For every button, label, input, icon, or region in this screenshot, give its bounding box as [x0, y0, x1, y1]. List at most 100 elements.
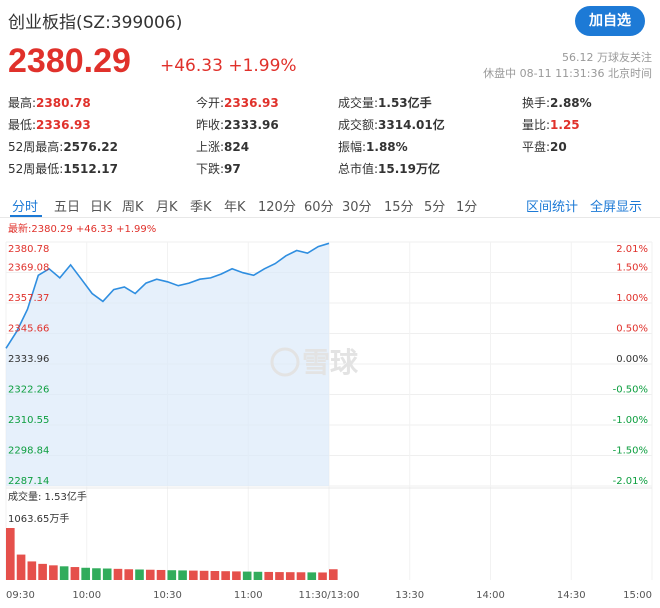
price-axis-label: 2298.84	[8, 446, 49, 457]
volume-bar	[232, 571, 241, 580]
quote-row: 最高:2380.78 今开:2336.93 成交量:1.53亿手 换手:2.88…	[8, 92, 658, 114]
quote-high: 最高:2380.78	[8, 96, 91, 110]
tab-quarterly-k[interactable]: 季K	[190, 196, 212, 215]
price-axis-label: 2322.26	[8, 385, 49, 396]
time-axis-label: 10:00	[72, 590, 101, 601]
pct-axis-label: 1.50%	[616, 263, 648, 274]
quote-amount: 成交额:3314.01亿	[338, 118, 445, 132]
volume-bar	[49, 565, 58, 580]
volume-bar	[199, 570, 209, 580]
quote-advancers: 上涨:824	[196, 140, 250, 154]
tab-intraday[interactable]: 分时	[12, 196, 38, 215]
quote-row: 52周最低:1512.17 下跌:97 总市值:15.19万亿	[8, 158, 658, 180]
volume-bar	[275, 572, 284, 580]
active-tab-underline	[10, 215, 42, 217]
volume-bar	[113, 568, 123, 580]
pct-axis-label: 0.00%	[616, 354, 648, 365]
volume-bar	[145, 569, 155, 580]
intraday-chart-svg: 2380.78 2.01% 2369.08 1.50% 2357.37 1.00% 2345…	[5, 241, 653, 601]
tab-30min[interactable]: 30分	[342, 196, 372, 215]
current-price: 2380.29	[8, 42, 131, 80]
time-axis-label: 13:30	[395, 590, 424, 601]
volume-max-label: 1063.65万手	[8, 512, 69, 525]
tab-yearly-k[interactable]: 年K	[224, 196, 246, 215]
tab-daily-k[interactable]: 日K	[90, 196, 112, 215]
tab-1min[interactable]: 1分	[456, 196, 477, 215]
change-percent: +1.99%	[228, 56, 297, 76]
tab-15min[interactable]: 15分	[384, 196, 414, 215]
change-value: +46.33	[160, 56, 223, 76]
price-axis-label: 2345.66	[8, 324, 49, 335]
volume-bar	[167, 570, 177, 580]
quote-volume: 成交量:1.53亿手	[338, 96, 432, 110]
volume-bar	[70, 567, 80, 580]
volume-bar	[156, 569, 166, 580]
quote-turnover: 换手:2.88%	[522, 96, 592, 110]
volume-bar	[307, 572, 317, 580]
pct-axis-label: -1.50%	[613, 446, 648, 457]
price-change: +46.33 +1.99%	[160, 56, 297, 76]
volume-bar	[210, 571, 220, 580]
meta-info: 56.12 万球友关注 休盘中 08-11 11:31:36 北京时间	[483, 50, 652, 82]
time-axis-label: 15:00	[623, 590, 652, 601]
volume-bar	[285, 572, 295, 580]
price-axis-label: 2333.96	[8, 354, 49, 365]
tab-120min[interactable]: 120分	[258, 196, 296, 215]
market-status: 休盘中 08-11 11:31:36 北京时间	[483, 67, 652, 80]
time-axis-label: 11:00	[234, 590, 263, 601]
pct-axis-label: -0.50%	[613, 385, 648, 396]
quote-52w-high: 52周最高:2576.22	[8, 140, 118, 154]
price-axis-label: 2287.14	[8, 476, 49, 487]
volume-bar	[318, 572, 327, 580]
price-row: 2380.29 +46.33 +1.99% 56.12 万球友关注 休盘中 08…	[8, 42, 658, 82]
pct-axis-label: 1.00%	[616, 293, 648, 304]
header: 创业板指(SZ:399006) 加自选	[0, 0, 660, 40]
quote-amplitude: 振幅:1.88%	[338, 140, 408, 154]
quote-volume-ratio: 量比:1.25	[522, 118, 580, 132]
time-axis-label: 14:30	[557, 590, 586, 601]
quote-open: 今开:2336.93	[196, 96, 279, 110]
quote-low: 最低:2336.93	[8, 118, 91, 132]
volume-bar	[221, 571, 230, 580]
index-title: 创业板指(SZ:399006)	[8, 13, 183, 33]
price-axis-label: 2369.08	[8, 263, 49, 274]
volume-bar	[253, 571, 263, 580]
price-axis-label: 2380.78	[8, 244, 49, 255]
tab-60min[interactable]: 60分	[304, 196, 334, 215]
volume-bar	[329, 569, 338, 580]
quote-grid: 最高:2380.78 今开:2336.93 成交量:1.53亿手 换手:2.88…	[8, 92, 658, 180]
add-to-watchlist-button[interactable]: 加自选	[575, 6, 645, 36]
pct-axis-label: -2.01%	[613, 476, 648, 487]
pct-axis-label: -1.00%	[613, 415, 648, 426]
intraday-chart[interactable]: 2380.78 2.01% 2369.08 1.50% 2357.37 1.00% 2345…	[0, 232, 660, 608]
volume-bar	[81, 567, 90, 580]
quote-unchanged: 平盘:20	[522, 140, 567, 154]
tab-5day[interactable]: 五日	[54, 196, 80, 215]
volume-bar	[178, 570, 187, 580]
fullscreen-button[interactable]: 全屏显示	[590, 196, 642, 215]
quote-market-cap: 总市值:15.19万亿	[338, 162, 441, 176]
volume-bar	[59, 566, 69, 580]
time-axis-label: 10:30	[153, 590, 182, 601]
volume-bar	[124, 569, 134, 580]
volume-bar	[102, 568, 112, 580]
volume-bar	[27, 561, 37, 580]
price-axis-label: 2357.37	[8, 293, 49, 304]
time-axis-label: 11:30/13:00	[298, 590, 359, 601]
volume-bar	[189, 570, 198, 580]
volume-bar	[16, 554, 26, 580]
volume-bar	[92, 568, 101, 580]
watermark-text: 雪球	[302, 346, 359, 379]
time-axis-label: 14:00	[476, 590, 505, 601]
volume-bar	[264, 571, 274, 580]
tab-5min[interactable]: 5分	[424, 196, 445, 215]
volume-bar	[135, 569, 144, 580]
pct-axis-label: 2.01%	[616, 244, 648, 255]
tab-weekly-k[interactable]: 周K	[122, 196, 144, 215]
pct-axis-label: 0.50%	[616, 324, 648, 335]
interval-stats-button[interactable]: 区间统计	[526, 196, 578, 215]
quote-decliners: 下跌:97	[196, 162, 241, 176]
quote-52w-low: 52周最低:1512.17	[8, 162, 118, 176]
tab-monthly-k[interactable]: 月K	[156, 196, 178, 215]
quote-prev-close: 昨收:2333.96	[196, 118, 279, 132]
